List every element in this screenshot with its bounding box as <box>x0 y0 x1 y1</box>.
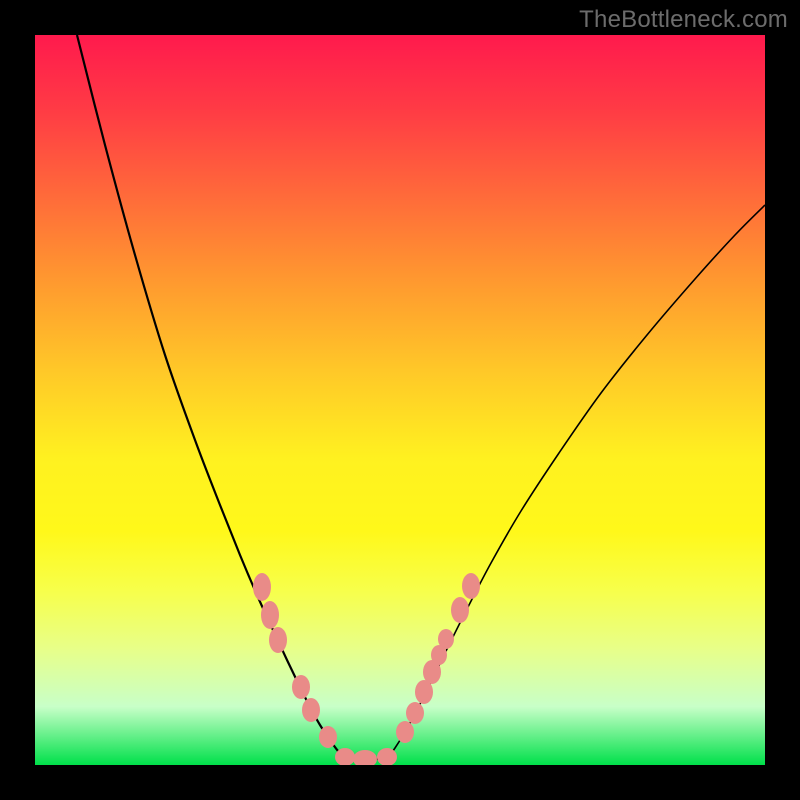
data-marker <box>302 698 320 722</box>
data-marker <box>253 573 271 601</box>
plot-overlay <box>35 35 765 765</box>
plot-area <box>35 35 765 765</box>
data-marker <box>451 597 469 623</box>
data-marker <box>396 721 414 743</box>
watermark-label: TheBottleneck.com <box>579 6 788 34</box>
data-marker <box>292 675 310 699</box>
left-markers <box>253 573 337 748</box>
data-marker <box>406 702 424 724</box>
data-marker <box>353 750 377 765</box>
data-marker <box>261 601 279 629</box>
right-curve <box>387 205 765 759</box>
chart-stage: TheBottleneck.com <box>0 0 800 800</box>
left-curve <box>77 35 346 759</box>
data-marker <box>438 629 454 649</box>
bottom-markers <box>335 748 397 765</box>
data-marker <box>319 726 337 748</box>
data-marker <box>269 627 287 653</box>
right-markers <box>396 573 480 743</box>
data-marker <box>462 573 480 599</box>
